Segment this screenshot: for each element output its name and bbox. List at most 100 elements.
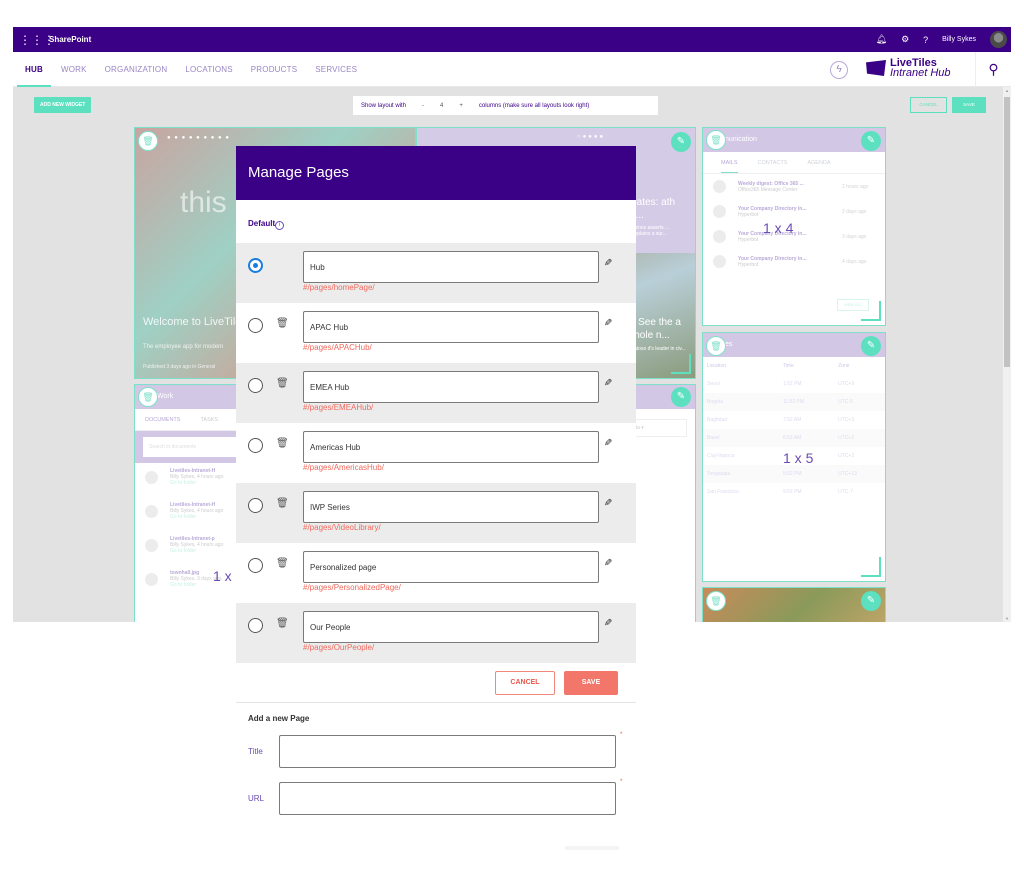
nav-item-locations[interactable]: LOCATIONS [185,52,232,87]
save-layout-button[interactable]: SAVE [952,97,986,113]
go-to-folder-link[interactable]: Go to folder [170,480,223,486]
default-page-radio[interactable] [248,318,263,333]
url-label: URL [248,794,265,803]
tab-mails[interactable]: MAILS [721,160,738,173]
lightning-icon[interactable]: ϟ [830,61,848,79]
page-title-input[interactable] [303,371,599,403]
trash-icon[interactable]: 🗑︎ [706,130,726,150]
app-launcher-icon[interactable]: ⋮⋮⋮ [19,33,55,47]
page-title-input[interactable] [303,251,599,283]
scroll-down-arrow[interactable]: ▼ [1003,616,1011,621]
edit-widget-icon[interactable]: ✎ [861,131,881,151]
avatar[interactable] [990,31,1007,48]
nav-item-hub[interactable]: HUB [17,52,51,87]
trash-icon[interactable]: 🗑︎ [276,378,289,389]
page-row: 🗑︎ #/pages/APACHub/ ✎ [236,303,636,363]
page-title-input[interactable] [303,311,599,343]
trash-icon[interactable]: 🗑︎ [138,131,158,151]
nav-item-services[interactable]: SERVICES [315,52,357,87]
scroll-up-arrow[interactable]: ▲ [1003,88,1011,93]
trash-icon[interactable]: 🗑︎ [276,318,289,329]
mail-sender: Hyperbot [738,261,759,268]
pencil-icon[interactable]: ✎ [604,258,612,269]
edit-widget-icon[interactable]: ✎ [861,591,881,611]
new-page-url-input[interactable] [279,782,616,815]
trash-icon[interactable]: 🗑︎ [276,438,289,449]
increase-columns-button[interactable]: + [451,103,471,109]
default-page-radio[interactable] [248,498,263,513]
default-page-radio[interactable] [248,558,263,573]
pencil-icon[interactable]: ✎ [604,438,612,449]
default-page-radio[interactable] [248,438,263,453]
page-title-input[interactable] [303,431,599,463]
go-to-folder-link[interactable]: Go to folder [170,514,223,520]
vertical-scrollbar[interactable]: ▲ ▼ [1003,87,1011,622]
pencil-icon[interactable]: ✎ [604,618,612,629]
decrease-columns-button[interactable]: - [414,103,432,109]
default-page-radio[interactable] [248,378,263,393]
pencil-icon[interactable]: ✎ [604,558,612,569]
add-page-button[interactable] [565,846,619,850]
trash-icon[interactable]: 🗑︎ [276,498,289,509]
new-page-title-input[interactable] [279,735,616,768]
page-title-input[interactable] [303,551,599,583]
page-title-input[interactable] [303,611,599,643]
go-to-folder-link[interactable]: Go to folder [170,548,223,554]
table-row: Basel 6:52 AM UTC+2 [703,429,885,447]
world-clock-widget[interactable]: es Location Time Zone Seoul 1:52 PM UTC+9 … [702,332,886,582]
trash-icon[interactable]: 🗑︎ [276,558,289,569]
info-icon[interactable]: i [275,221,285,230]
columns-value[interactable]: 4 [432,103,451,109]
photo-widget[interactable]: 🗑︎ ✎ [702,587,886,622]
nav-item-work[interactable]: WORK [61,52,87,87]
communication-widget[interactable]: nunication MAILS CONTACTS AGENDA Weekly … [702,127,886,326]
app-name[interactable]: SharePoint [49,35,91,44]
nav-item-products[interactable]: PRODUCTS [251,52,298,87]
default-page-radio[interactable] [248,618,263,633]
mail-time: 2 days ago [842,208,867,215]
pencil-icon[interactable]: ✎ [604,318,612,329]
user-name[interactable]: Billy Sykes [942,36,976,43]
edit-widget-icon[interactable]: ✎ [671,132,691,152]
layout-suffix: columns (make sure all layouts look righ… [478,102,590,109]
tab-tasks[interactable]: TASKS [200,417,218,430]
help-icon[interactable]: ? [923,35,928,45]
trash-icon[interactable]: 🗑︎ [138,387,158,407]
resize-handle[interactable] [861,557,881,577]
mail-item[interactable]: Your Company Directory in... Hyperbot 3 da… [703,224,885,249]
default-page-radio[interactable] [248,258,263,273]
add-new-widget-button[interactable]: ADD NEW WIDGET [34,97,92,113]
mail-item[interactable]: Your Company Directory in... Hyperbot 4 da… [703,249,885,274]
cancel-button[interactable]: CANCEL [495,671,555,695]
search-icon[interactable]: ⚲ [975,52,1011,87]
edit-widget-icon[interactable]: ✎ [861,336,881,356]
mail-item[interactable]: Your Company Directory in... Hyperbot 2 da… [703,199,885,224]
trash-icon[interactable]: 🗑︎ [276,618,289,629]
carousel-dots[interactable]: ○●●●● [577,134,605,140]
tab-contacts[interactable]: CONTACTS [758,160,788,173]
nav-item-organization[interactable]: ORGANIZATION [105,52,168,87]
mail-icon [713,255,726,268]
resize-handle[interactable] [861,301,881,321]
page-title-input[interactable] [303,491,599,523]
edit-widget-icon[interactable]: ✎ [671,387,691,407]
page-url: #/pages/PersonalizedPage/ [303,583,401,592]
tab-documents[interactable]: DOCUMENTS [145,417,180,430]
bell-icon[interactable]: 🔔︎ [876,34,887,45]
mail-item[interactable]: Weekly digest: Office 365 ... Office365 M… [703,174,885,199]
trash-icon[interactable]: 🗑︎ [706,336,726,356]
carousel-dots[interactable]: ● ● ● ● ● ● ● ● ● [167,135,230,141]
gear-icon[interactable]: ⚙ [901,34,909,45]
cancel-layout-button[interactable]: CANCEL [910,97,947,113]
pencil-icon[interactable]: ✎ [604,378,612,389]
scroll-thumb[interactable] [1004,97,1010,367]
trash-icon[interactable]: 🗑︎ [706,591,726,611]
pencil-icon[interactable]: ✎ [604,498,612,509]
page-row: #/pages/homePage/ ✎ [236,243,636,303]
zone-cell: UTC-5 [834,393,885,411]
tab-agenda[interactable]: AGENDA [807,160,830,173]
save-button[interactable]: SAVE [564,671,618,695]
zone-cell: UTC+3 [838,417,855,423]
resize-handle[interactable] [671,354,691,374]
widget-title: es [703,333,885,357]
